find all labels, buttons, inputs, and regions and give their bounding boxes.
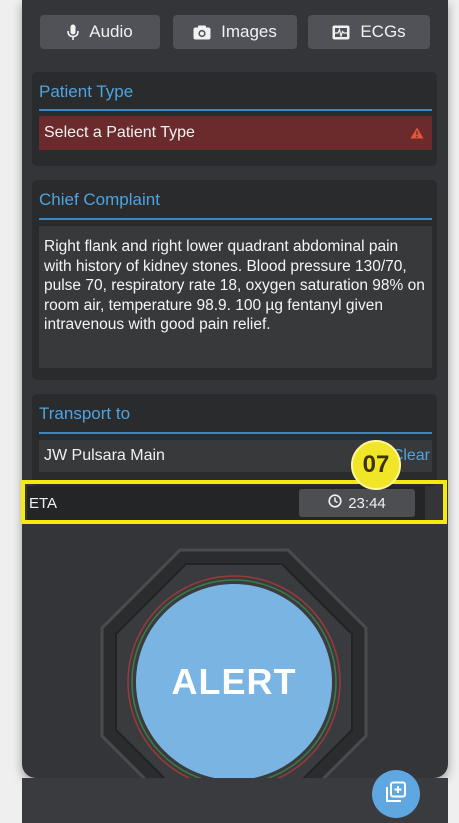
transport-destination-value: JW Pulsara Main bbox=[44, 447, 165, 464]
microphone-icon bbox=[67, 24, 80, 41]
ecgs-button[interactable]: ECGs bbox=[308, 15, 430, 49]
eta-row: ETA 23:44 bbox=[27, 486, 425, 520]
ecg-icon bbox=[332, 25, 350, 40]
alert-button-frame: ALERT bbox=[100, 548, 368, 778]
patient-type-select[interactable]: Select a Patient Type bbox=[39, 116, 432, 150]
patient-type-title: Patient Type bbox=[39, 82, 134, 101]
transport-title: Transport to bbox=[39, 404, 131, 423]
patient-type-placeholder: Select a Patient Type bbox=[44, 124, 195, 141]
add-copy-button[interactable] bbox=[372, 770, 420, 818]
callout-badge: 07 bbox=[351, 440, 401, 490]
app-screen: Audio Images ECGs Patient Type Select a … bbox=[22, 0, 448, 778]
audio-button-label: Audio bbox=[89, 22, 133, 41]
section-divider bbox=[39, 432, 432, 434]
camera-icon bbox=[193, 25, 211, 40]
section-divider bbox=[39, 109, 432, 111]
audio-button[interactable]: Audio bbox=[40, 15, 160, 49]
eta-time-value: 23:44 bbox=[348, 494, 386, 512]
add-copy-icon bbox=[385, 781, 407, 808]
images-button[interactable]: Images bbox=[173, 15, 297, 49]
section-divider bbox=[39, 218, 432, 220]
clock-icon bbox=[328, 494, 342, 512]
media-toolbar: Audio Images ECGs bbox=[22, 0, 448, 62]
alert-button[interactable]: ALERT bbox=[136, 584, 332, 778]
warning-icon bbox=[410, 126, 424, 144]
eta-time-picker[interactable]: 23:44 bbox=[299, 489, 415, 517]
chief-complaint-section: Chief Complaint Right flank and right lo… bbox=[32, 180, 437, 380]
eta-label: ETA bbox=[29, 495, 58, 512]
images-button-label: Images bbox=[221, 22, 277, 41]
ecgs-button-label: ECGs bbox=[360, 22, 406, 41]
patient-type-section: Patient Type Select a Patient Type bbox=[32, 72, 437, 166]
chief-complaint-title: Chief Complaint bbox=[39, 190, 160, 209]
chief-complaint-text[interactable]: Right flank and right lower quadrant abd… bbox=[39, 226, 432, 368]
